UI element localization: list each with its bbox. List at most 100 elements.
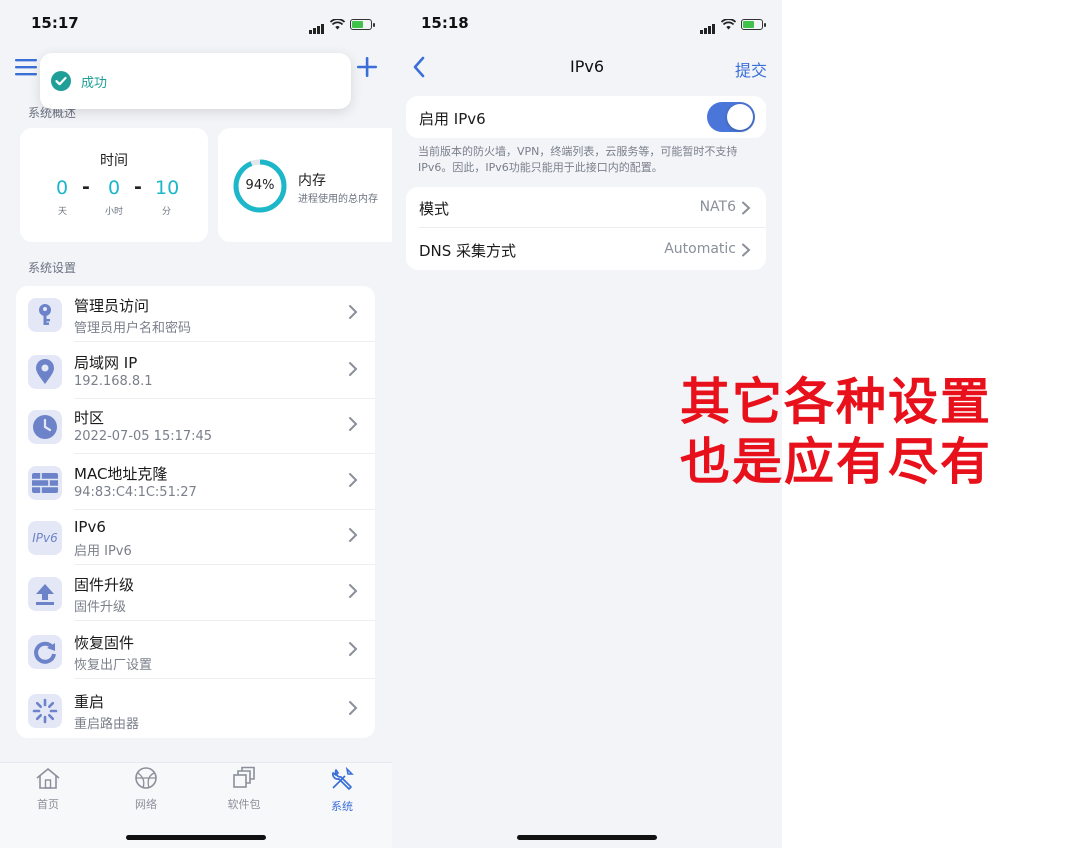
memory-title: 内存: [298, 173, 326, 189]
status-icons: [700, 15, 766, 34]
settings-row-subtitle: 192.168.8.1: [74, 374, 153, 389]
settings-row-title: 局域网 IP: [74, 354, 138, 372]
restore-icon: [28, 635, 62, 669]
add-icon[interactable]: [356, 56, 378, 78]
menu-icon[interactable]: [15, 58, 37, 76]
memory-percent: 94%: [245, 178, 275, 193]
chevron-right-icon: [349, 528, 358, 542]
mode-label: 模式: [419, 200, 450, 218]
reboot-icon: [28, 694, 62, 728]
status-icons: [309, 15, 375, 34]
settings-label: 系统设置: [28, 261, 77, 275]
enable-ipv6-label: 启用 IPv6: [419, 110, 486, 128]
settings-row-subtitle: 恢复出厂设置: [74, 658, 153, 673]
settings-row[interactable]: 时区 2022-07-05 15:17:45: [16, 398, 375, 454]
dns-value: Automatic: [664, 241, 736, 257]
caption-line-2: 也是应有尽有: [680, 433, 992, 491]
location-pin-icon: [28, 355, 62, 389]
ipv6-icon-text: IPv6: [32, 531, 58, 545]
packages-icon: [233, 766, 255, 788]
hours-value: 0: [108, 177, 121, 199]
days-unit: 天: [58, 207, 68, 217]
time-card: 时间 0 - 0 - 10 天 小时 分: [20, 128, 208, 242]
minutes-value: 10: [155, 177, 180, 199]
hours-unit: 小时: [105, 207, 124, 217]
wifi-icon: [721, 19, 736, 30]
home-indicator: [517, 835, 657, 840]
tab-system[interactable]: 系统: [312, 766, 372, 814]
tools-icon: [332, 766, 354, 790]
time-separator: -: [134, 176, 142, 198]
chevron-right-icon: [349, 642, 358, 656]
settings-row[interactable]: 管理员访问 管理员用户名和密码: [16, 286, 375, 342]
chevron-right-icon: [742, 201, 751, 215]
tab-label: 软件包: [227, 798, 261, 811]
time-card-title: 时间: [100, 153, 128, 169]
settings-row[interactable]: IPv6 IPv6 启用 IPv6: [16, 509, 375, 565]
chevron-right-icon: [349, 305, 358, 319]
settings-row-subtitle: 2022-07-05 15:17:45: [74, 429, 213, 444]
phone-system-screen: 15:17 系统概述 成功 时间 0 - 0 - 10 天 小时 分 94% 内…: [0, 0, 392, 848]
chevron-right-icon: [349, 584, 358, 598]
row-separator: [74, 620, 375, 621]
settings-row[interactable]: 固件升级 固件升级: [16, 565, 375, 621]
settings-row-title: 时区: [74, 409, 105, 427]
settings-row-subtitle: 重启路由器: [74, 717, 140, 732]
tab-packages[interactable]: 软件包: [214, 766, 274, 812]
chevron-right-icon: [349, 473, 358, 487]
battery-icon: [741, 19, 766, 30]
settings-row[interactable]: 重启 重启路由器: [16, 682, 375, 738]
memory-subtitle: 进程使用的总内存: [298, 194, 378, 205]
globe-icon: [135, 767, 157, 789]
row-separator: [419, 227, 766, 228]
tab-home[interactable]: 首页: [18, 766, 78, 812]
settings-row-title: 恢复固件: [74, 634, 135, 652]
tab-label: 首页: [37, 798, 59, 811]
page-title: IPv6: [569, 57, 604, 76]
settings-row-title: 固件升级: [74, 576, 135, 594]
settings-row[interactable]: 恢复固件恢复出厂设置: [16, 623, 375, 679]
days-value: 0: [56, 177, 69, 199]
toggle-knob: [727, 104, 753, 130]
tab-label: 网络: [135, 798, 157, 811]
memory-card: 94% 内存 进程使用的总内存: [218, 128, 392, 242]
status-time: 15:18: [421, 14, 469, 32]
mode-row[interactable]: 模式 NAT6: [406, 187, 766, 228]
brick-wall-icon: [28, 466, 62, 500]
settings-row[interactable]: MAC地址克隆 94:83:C4:1C:51:27: [16, 454, 375, 510]
clock-icon: [28, 410, 62, 444]
battery-icon: [350, 19, 375, 30]
ipv6-settings-card: 模式 NAT6 DNS 采集方式 Automatic: [406, 187, 766, 270]
wifi-icon: [330, 19, 345, 30]
dns-label: DNS 采集方式: [419, 242, 517, 260]
time-separator: -: [82, 176, 90, 198]
minutes-unit: 分: [162, 207, 172, 217]
chevron-right-icon: [742, 243, 751, 257]
chevron-right-icon: [349, 362, 358, 376]
upload-icon: [28, 577, 62, 611]
mode-value: NAT6: [699, 199, 736, 215]
submit-button[interactable]: 提交: [735, 57, 767, 81]
home-icon: [36, 767, 60, 789]
settings-list: 管理员访问 管理员用户名和密码局域网 IP 192.168.8.1 时区 2022-07…: [16, 286, 375, 738]
chevron-right-icon: [349, 701, 358, 715]
chevron-right-icon: [349, 417, 358, 431]
settings-row-title: 重启: [74, 693, 105, 711]
settings-row-title: IPv6: [74, 518, 106, 536]
enable-ipv6-toggle[interactable]: [707, 102, 755, 132]
ipv6-note: 当前版本的防火墙，VPN，终端列表，云服务等，可能暂时不支持IPv6。因此，IP…: [418, 145, 738, 174]
status-time: 15:17: [31, 14, 79, 32]
tab-network[interactable]: 网络: [116, 766, 176, 812]
settings-row-subtitle: 固件升级: [74, 600, 127, 615]
dns-row[interactable]: DNS 采集方式 Automatic: [406, 229, 766, 270]
settings-row-subtitle: 启用 IPv6: [74, 544, 132, 559]
key-icon: [28, 298, 62, 332]
settings-row-subtitle: 94:83:C4:1C:51:27: [74, 485, 197, 500]
enable-ipv6-card: 启用 IPv6: [406, 96, 766, 138]
success-toast: 成功: [40, 53, 351, 109]
home-indicator: [126, 835, 266, 840]
settings-row-title: 管理员访问: [74, 297, 150, 315]
signal-icon: [309, 15, 325, 34]
settings-row[interactable]: 局域网 IP 192.168.8.1: [16, 343, 375, 399]
row-separator: [74, 341, 375, 342]
